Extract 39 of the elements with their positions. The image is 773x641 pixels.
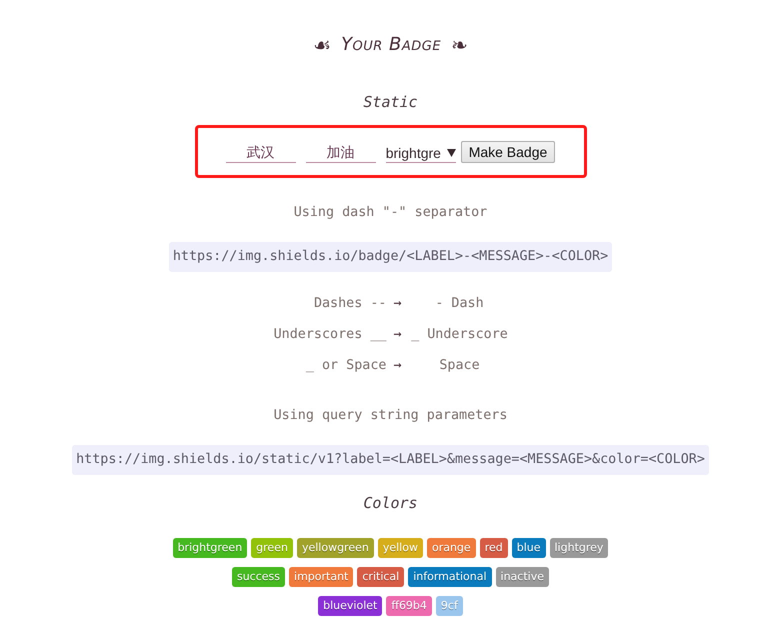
rule-source: Dashes --	[314, 295, 386, 313]
color-badge: inactive	[496, 567, 549, 587]
section-heading: Colors	[363, 493, 418, 514]
rule-result: _ Underscore	[411, 326, 508, 344]
color-badge: 9cf	[436, 596, 463, 616]
rule-source: _ or Space	[306, 357, 386, 375]
caret-icon	[446, 149, 456, 157]
rule-result: Space	[439, 357, 480, 375]
color-badge: red	[480, 538, 508, 558]
color-badge: critical	[357, 567, 404, 587]
color-badge: yellowgreen	[296, 538, 374, 558]
url-code: https://img.shields.io/static/v1?label=<LABEL>&message=<MESSAGE>&color=<COLOR>	[72, 445, 709, 475]
url-code: https://img.shields.io/badge/<LABEL>-<MESSAGE>-<COLOR>	[168, 242, 612, 272]
color-badge: informational	[408, 567, 492, 587]
floral-heart-icon: ❧	[451, 30, 468, 60]
color-badge: blueviolet	[318, 596, 382, 616]
arrow-icon: →	[393, 288, 402, 319]
color-select[interactable]: brightgre	[386, 144, 456, 162]
make-badge-button[interactable]: Make Badge	[460, 140, 556, 162]
color-badge: success	[232, 567, 286, 587]
rule-result: - Dash	[435, 295, 484, 313]
color-badge: blue	[512, 538, 546, 558]
caption-text: Using query string parameters	[274, 407, 508, 425]
color-badge: important	[289, 567, 354, 587]
arrow-icon: →	[393, 350, 402, 381]
color-badge: lightgrey	[550, 538, 608, 558]
color-badge: yellow	[378, 538, 423, 558]
color-badge: green	[251, 538, 293, 558]
message-field[interactable]: 加油	[306, 144, 376, 162]
caption-text: Using dash "-" separator	[294, 204, 488, 222]
color-badge: orange	[426, 538, 476, 558]
floral-heart-icon: ☙	[313, 30, 332, 60]
arrow-icon: →	[393, 319, 402, 350]
section-heading: Static	[363, 92, 418, 113]
label-field[interactable]: 武汉	[226, 144, 296, 162]
page-title: Your Badge	[341, 33, 442, 57]
color-badge: brightgreen	[172, 538, 248, 558]
color-badge: ff69b4	[386, 596, 432, 616]
rule-source: Underscores __	[274, 326, 386, 344]
